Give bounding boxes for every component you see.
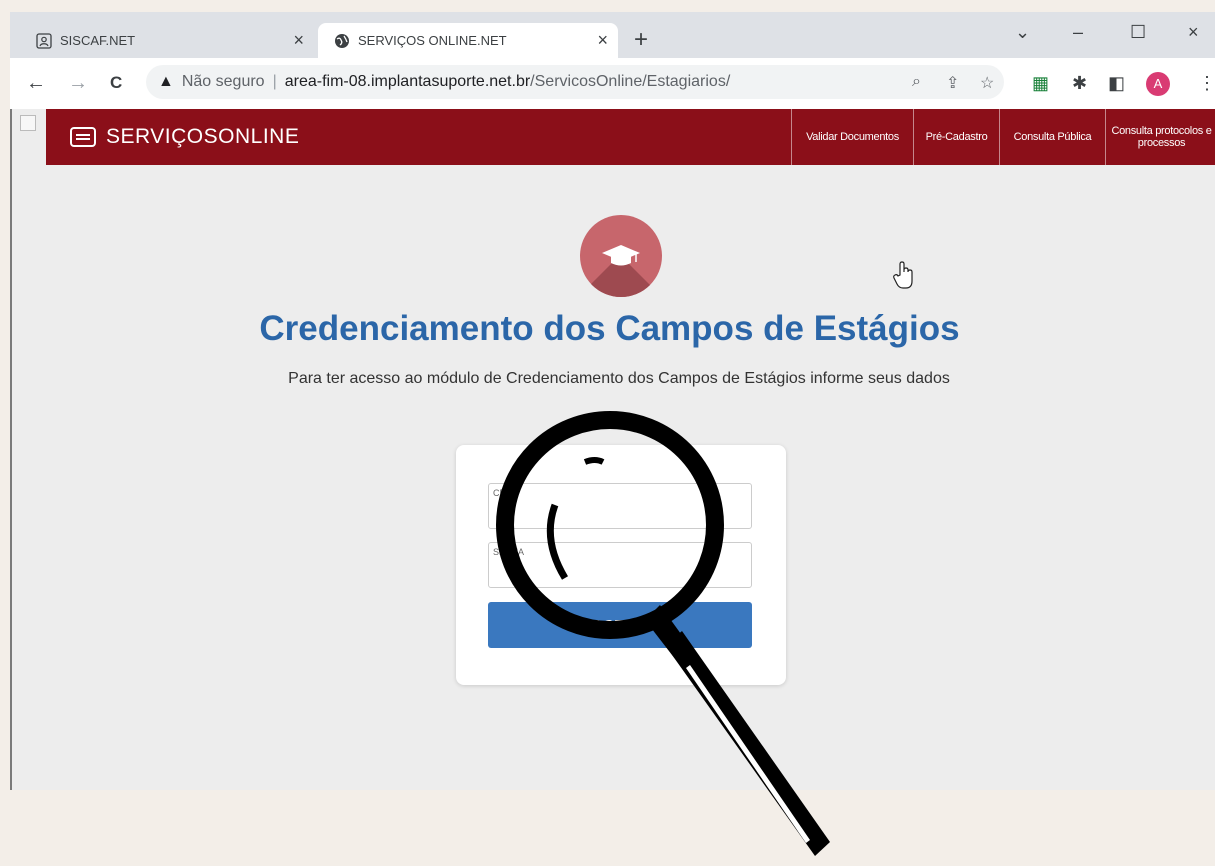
sheets-extension-icon[interactable]: ▦ xyxy=(1032,73,1049,94)
site-nav: Validar Documentos Pré-Cadastro Consulta… xyxy=(791,109,1215,165)
login-icon: ⎆ xyxy=(574,616,587,634)
graduation-cap-icon xyxy=(602,245,640,266)
forward-button[interactable]: → xyxy=(68,73,88,93)
back-button[interactable]: ← xyxy=(26,73,46,93)
address-separator: | xyxy=(272,73,277,90)
password-label: SENHA xyxy=(493,547,525,557)
page-subtitle: Para ter acesso ao módulo de Credenciame… xyxy=(288,370,950,387)
tab-search-icon[interactable]: ⌄ xyxy=(1015,22,1030,43)
close-window-button[interactable]: × xyxy=(1188,22,1199,43)
security-label[interactable]: Não seguro xyxy=(182,73,265,91)
brand-name: SERVIÇOSONLINE xyxy=(106,125,300,148)
page-viewport: SERVIÇOSONLINE Validar Documentos Pré-Ca… xyxy=(10,109,1215,790)
tab-siscaf[interactable]: SISCAF.NET × xyxy=(20,23,314,58)
tab-servicos-online[interactable]: SERVIÇOS ONLINE.NET × xyxy=(318,23,618,58)
warning-icon[interactable]: ▲ xyxy=(158,73,174,91)
kebab-menu-icon[interactable]: ⋮ xyxy=(1198,73,1215,94)
zoom-icon[interactable]: ⌕ xyxy=(912,73,921,91)
share-icon[interactable]: ⇪ xyxy=(946,73,959,93)
nav-consulta-publica[interactable]: Consulta Pública xyxy=(999,109,1105,165)
hand-pointer-cursor-icon xyxy=(893,261,913,289)
tab-title: SISCAF.NET xyxy=(60,33,136,48)
nav-consulta-protocolos[interactable]: Consulta protocolos e processos xyxy=(1105,109,1215,165)
broken-image-icon xyxy=(20,115,36,131)
tab-title: SERVIÇOS ONLINE.NET xyxy=(358,33,507,48)
acessar-button[interactable]: ⎆ ACESSAR xyxy=(488,602,752,648)
browser-toolbar: ← → C ▲ Não seguro | area-fim-08.implant… xyxy=(10,58,1215,109)
contact-card-icon xyxy=(36,32,52,49)
address-bar[interactable]: ▲ Não seguro | area-fim-08.implantasupor… xyxy=(146,65,1004,99)
minimize-button[interactable]: – xyxy=(1073,22,1083,43)
nav-validar-documentos[interactable]: Validar Documentos xyxy=(791,109,913,165)
browser-window: SISCAF.NET × SERVIÇOS ONLINE.NET × + ⌄ –… xyxy=(10,12,1215,790)
close-tab-icon[interactable]: × xyxy=(597,31,608,49)
site-brand[interactable]: SERVIÇOSONLINE xyxy=(70,109,299,165)
maximize-button[interactable]: ☐ xyxy=(1130,22,1146,43)
bookmark-star-icon[interactable]: ☆ xyxy=(980,73,994,93)
profile-avatar[interactable]: A xyxy=(1146,72,1170,96)
brand-logo-icon xyxy=(70,127,96,147)
tab-strip: SISCAF.NET × SERVIÇOS ONLINE.NET × + ⌄ –… xyxy=(10,12,1215,58)
password-field[interactable]: SENHA xyxy=(488,542,752,588)
side-panel-icon[interactable]: ◧ xyxy=(1108,73,1125,94)
reload-button[interactable]: C xyxy=(110,73,122,93)
graduation-cap-badge xyxy=(580,215,662,297)
acessar-label: ACESSAR xyxy=(592,616,666,634)
cpf-label: CPF xyxy=(493,488,511,498)
login-card: CPF SENHA ⎆ ACESSAR xyxy=(456,445,786,685)
close-tab-icon[interactable]: × xyxy=(293,31,304,49)
site-header: SERVIÇOSONLINE Validar Documentos Pré-Ca… xyxy=(46,109,1215,165)
nav-pre-cadastro[interactable]: Pré-Cadastro xyxy=(913,109,999,165)
extensions-puzzle-icon[interactable]: ✱ xyxy=(1072,73,1087,94)
url-host: area-fim-08.implantasuporte.net.br xyxy=(284,73,531,90)
globe-icon xyxy=(335,33,349,48)
page-title: Credenciamento dos Campos de Estágios xyxy=(259,309,960,348)
new-tab-button[interactable]: + xyxy=(634,28,648,52)
cpf-field[interactable]: CPF xyxy=(488,483,752,529)
url-path: /ServicosOnline/Estagiarios/ xyxy=(530,73,731,90)
